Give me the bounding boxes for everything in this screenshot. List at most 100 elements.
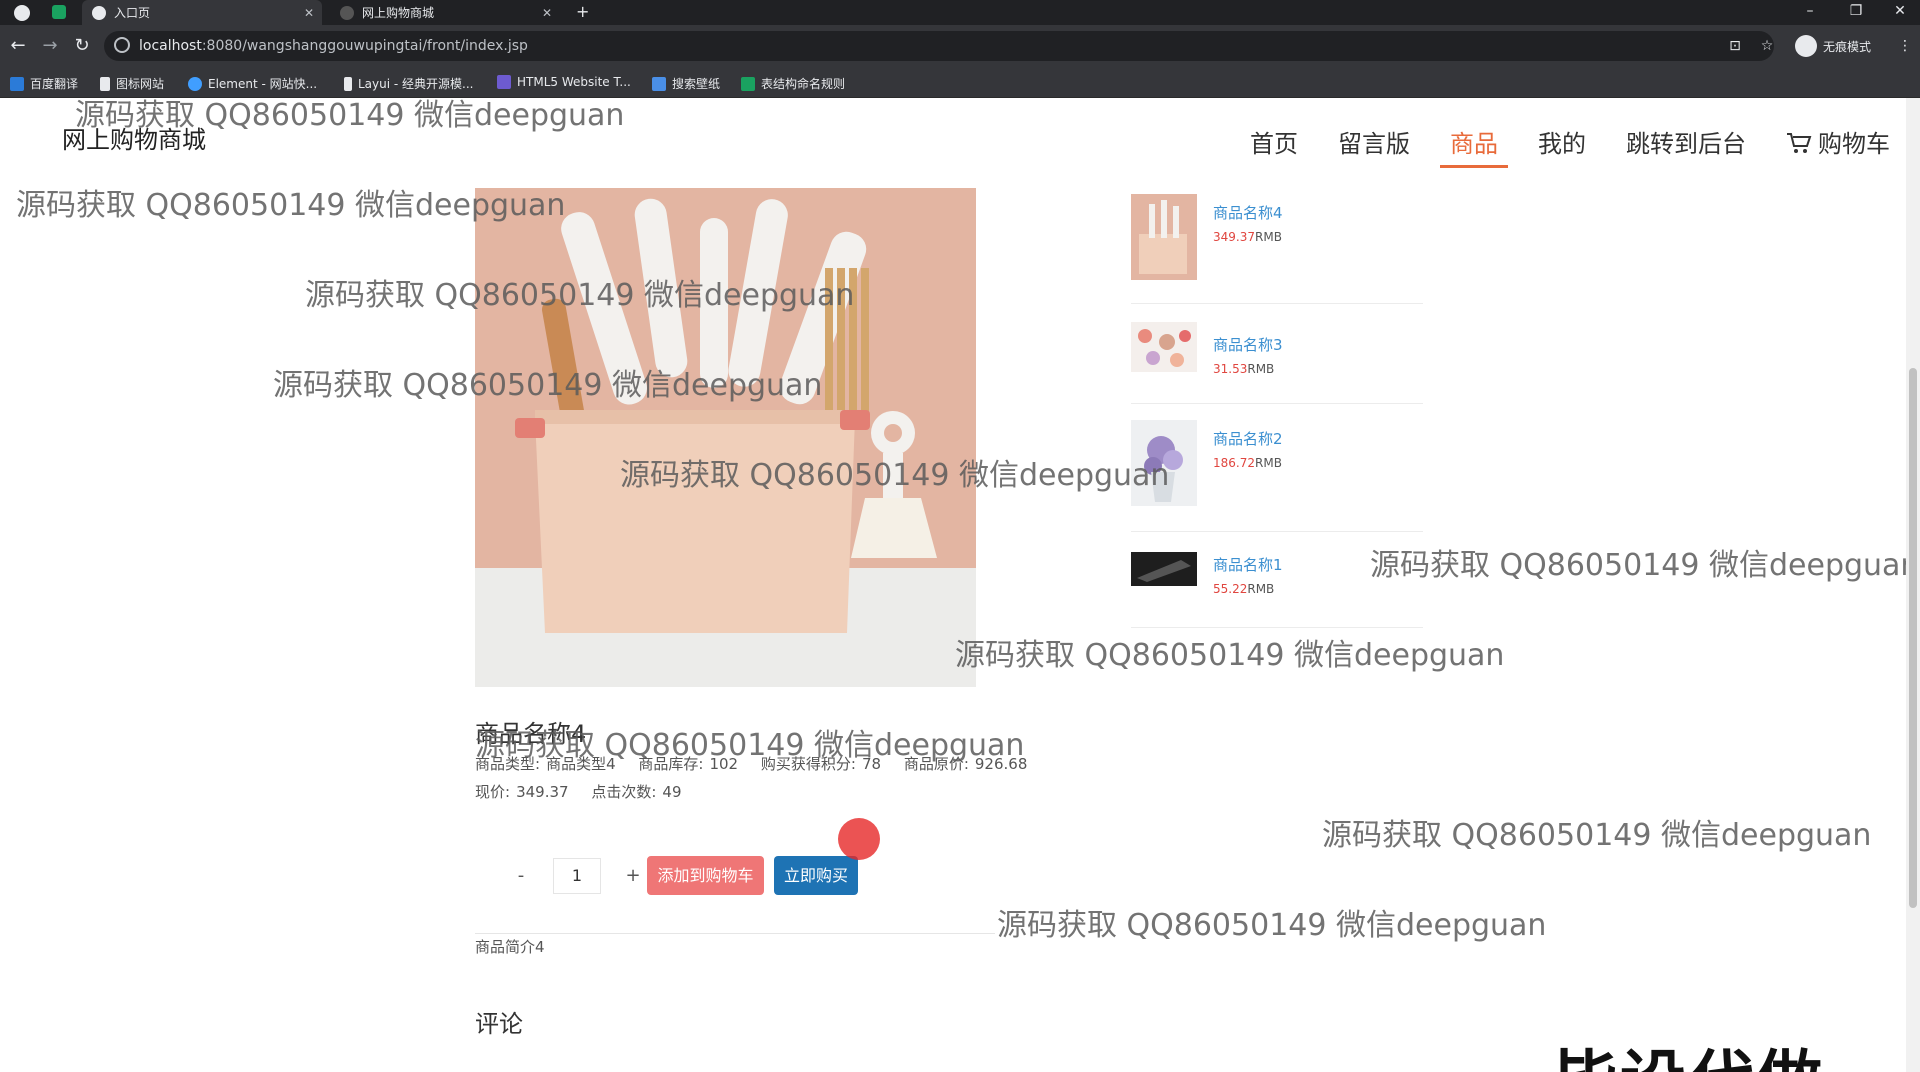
product-thumbnail[interactable]: [1131, 552, 1197, 586]
new-tab-icon[interactable]: +: [576, 2, 589, 21]
nav-products[interactable]: 商品: [1430, 124, 1518, 168]
sidebar-product-name[interactable]: 商品名称4: [1213, 202, 1283, 223]
back-icon[interactable]: ←: [6, 34, 30, 58]
html5-icon: [497, 75, 511, 89]
bookmark-item[interactable]: 表结构命名规则: [741, 75, 845, 92]
increment-button[interactable]: +: [617, 860, 649, 892]
stock-label: 商品库存:: [638, 755, 704, 773]
tab-entry[interactable]: 入口页 ✕: [82, 0, 322, 25]
incognito-indicator[interactable]: 无痕模式: [1795, 34, 1871, 58]
orig-price-label: 商品原价:: [903, 755, 969, 773]
site-brand[interactable]: 网上购物商城: [62, 120, 206, 155]
scroll-thumb[interactable]: [1909, 368, 1917, 908]
product-title: 商品名称4: [475, 720, 587, 748]
quantity-stepper: - 1 +: [505, 858, 649, 894]
sidebar-product-price: 31.53RMB: [1213, 362, 1275, 376]
knife-holder-illustration: [475, 188, 976, 687]
main-nav: 首页 留言版 商品 我的 跳转到后台 购物车: [1230, 124, 1910, 168]
globe-icon: [340, 5, 354, 20]
watermark: 源码获取 QQ86050149 微信deepguan: [997, 908, 1547, 943]
sidebar-product-name[interactable]: 商品名称3: [1213, 334, 1283, 355]
close-icon[interactable]: ✕: [304, 6, 314, 20]
nav-messages[interactable]: 留言版: [1318, 124, 1430, 164]
restore-icon[interactable]: ❐: [1836, 0, 1876, 25]
globe-icon: [92, 5, 106, 20]
incognito-icon: [1795, 35, 1817, 57]
bookmark-item[interactable]: 搜索壁纸: [652, 75, 720, 92]
tab-search-icon[interactable]: [52, 5, 66, 19]
sidebar-product-price: 55.22RMB: [1213, 582, 1275, 596]
bookmark-item[interactable]: Layui - 经典开源模...: [344, 75, 473, 92]
minimize-icon[interactable]: –: [1790, 0, 1830, 25]
bookmark-item[interactable]: HTML5 Website T...: [497, 75, 631, 89]
comments-heading: 评论: [475, 1010, 523, 1038]
watermark: 源码获取 QQ86050149 微信deepguan: [955, 638, 1505, 673]
type-label: 商品类型:: [475, 755, 541, 773]
incognito-label: 无痕模式: [1823, 39, 1872, 54]
tab-shop[interactable]: 网上购物商城 ✕: [330, 0, 560, 25]
product-meta-line2: 现价: 349.37 点击次数: 49: [475, 781, 700, 802]
type-value: 商品类型4: [546, 755, 616, 773]
clicks-label: 点击次数:: [591, 783, 657, 801]
window-close-icon[interactable]: ✕: [1880, 0, 1920, 25]
nav-cart-label: 购物车: [1818, 130, 1890, 158]
buy-now-button[interactable]: 立即购买: [774, 856, 858, 895]
watermark: 源码获取 QQ86050149 微信deepguan: [1370, 548, 1920, 583]
orig-price-value: 926.68: [974, 755, 1028, 773]
sidebar-product-price: 186.72RMB: [1213, 456, 1282, 470]
overlay-caption: 毕设代做: [1552, 1028, 1824, 1072]
stock-value: 102: [709, 755, 739, 773]
nav-home[interactable]: 首页: [1230, 124, 1318, 164]
page-scrollbar[interactable]: [1906, 98, 1920, 1072]
reload-icon[interactable]: ↻: [70, 34, 94, 58]
clicks-value: 49: [662, 783, 682, 801]
url-text[interactable]: localhost:8080/wangshanggouwupingtai/fro…: [139, 38, 528, 54]
menu-icon[interactable]: ⋮: [1896, 38, 1914, 56]
nav-mine[interactable]: 我的: [1518, 124, 1606, 164]
watermark: 源码获取 QQ86050149 微信deepguan: [1322, 818, 1872, 853]
sidebar-product-price: 349.37RMB: [1213, 230, 1282, 244]
flag-icon: [100, 76, 110, 91]
bookmark-item[interactable]: 百度翻译: [10, 75, 78, 92]
info-icon[interactable]: [114, 37, 130, 53]
points-value: 78: [861, 755, 882, 773]
page-content: 网上购物商城 首页 留言版 商品 我的 跳转到后台 购物车 商品名称4 商品类型…: [0, 98, 1920, 1072]
sidebar-product-name[interactable]: 商品名称2: [1213, 428, 1283, 449]
address-bar[interactable]: localhost:8080/wangshanggouwupingtai/fro…: [104, 31, 1774, 61]
bookmark-item[interactable]: Element - 网站快...: [188, 75, 317, 92]
list-item[interactable]: 商品名称2 186.72RMB: [1131, 404, 1423, 532]
product-image[interactable]: [475, 188, 976, 687]
close-icon[interactable]: ✕: [542, 6, 552, 20]
star-icon[interactable]: ☆: [1758, 38, 1776, 56]
translate-icon[interactable]: ⊡: [1726, 38, 1744, 56]
layui-icon: [344, 76, 352, 91]
quantity-input[interactable]: 1: [553, 858, 601, 894]
browser-toolbar: ← → ↻ localhost:8080/wangshanggouwupingt…: [0, 25, 1920, 68]
product-thumbnail[interactable]: [1131, 194, 1197, 280]
browser-tab-bar: 入口页 ✕ 网上购物商城 ✕ + – ❐ ✕: [0, 0, 1920, 25]
list-item[interactable]: 商品名称1 55.22RMB: [1131, 532, 1423, 628]
product-meta-line1: 商品类型: 商品类型4 商品库存: 102 购买获得积分: 78 商品原价: 926.6…: [475, 753, 1045, 774]
list-item[interactable]: 商品名称3 31.53RMB: [1131, 304, 1423, 404]
cursor-highlight: [838, 818, 880, 860]
translate-icon: [10, 76, 24, 91]
tab-title: 网上购物商城: [362, 6, 435, 20]
list-item[interactable]: 商品名称4 349.37RMB: [1131, 194, 1423, 304]
sidebar-product-name[interactable]: 商品名称1: [1213, 554, 1283, 575]
nav-cart[interactable]: 购物车: [1766, 124, 1910, 164]
forward-icon[interactable]: →: [38, 34, 62, 58]
product-thumbnail[interactable]: [1131, 420, 1197, 506]
sheet-icon: [741, 76, 755, 91]
bookmarks-bar: 百度翻译 图标网站 Element - 网站快... Layui - 经典开源模…: [0, 68, 1920, 98]
product-thumbnail[interactable]: [1131, 322, 1197, 372]
tab-title: 入口页: [114, 6, 151, 20]
nav-admin[interactable]: 跳转到后台: [1606, 124, 1766, 164]
add-to-cart-button[interactable]: 添加到购物车: [647, 856, 764, 895]
recommended-list: 商品名称4 349.37RMB 商品名称3 31.53RMB 商品名称2 186…: [1131, 194, 1423, 628]
points-label: 购买获得积分:: [760, 755, 856, 773]
bookmark-item[interactable]: 图标网站: [100, 75, 164, 92]
browser-app-icon[interactable]: [14, 5, 30, 21]
price-value: 349.37: [516, 783, 569, 801]
wallpaper-icon: [652, 76, 666, 91]
decrement-button[interactable]: -: [505, 860, 537, 892]
